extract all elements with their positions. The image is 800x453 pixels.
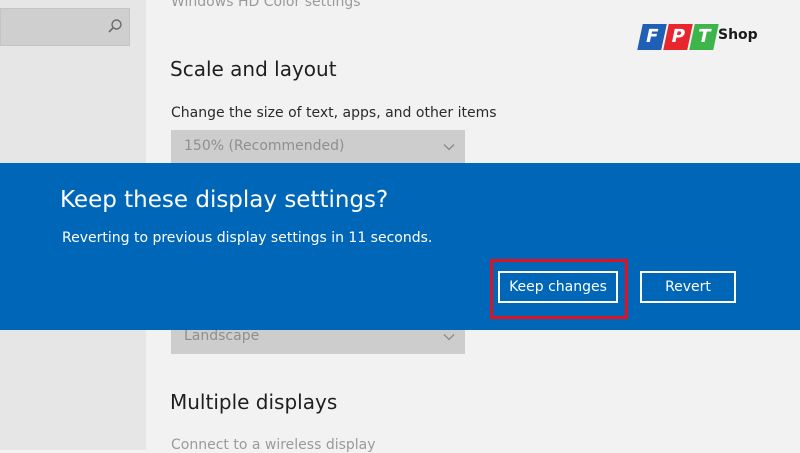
dialog-title: Keep these display settings? <box>60 187 389 213</box>
keep-display-settings-dialog: Keep these display settings? Reverting t… <box>0 163 800 330</box>
scale-layout-heading: Scale and layout <box>170 57 337 81</box>
chevron-down-icon <box>443 334 455 341</box>
fpt-shop-logo: F P T Shop <box>637 18 770 58</box>
chevron-down-icon <box>443 144 455 151</box>
scale-dropdown[interactable]: 150% (Recommended) <box>171 130 465 164</box>
wireless-display-link[interactable]: Connect to a wireless display <box>171 437 376 453</box>
scale-dropdown-value: 150% (Recommended) <box>184 138 345 154</box>
logo-letter-p: P <box>663 24 693 50</box>
keep-changes-button[interactable]: Keep changes <box>498 271 618 303</box>
dialog-countdown-message: Reverting to previous display settings i… <box>62 230 433 246</box>
revert-button[interactable]: Revert <box>640 271 736 303</box>
scale-size-label: Change the size of text, apps, and other… <box>171 105 497 121</box>
logo-letter-f: F <box>637 24 667 50</box>
orientation-dropdown-value: Landscape <box>184 328 260 344</box>
search-input[interactable] <box>0 8 130 46</box>
search-icon[interactable] <box>107 18 123 34</box>
logo-shop-text: Shop <box>718 27 758 43</box>
hd-color-settings-link[interactable]: Windows HD Color settings <box>171 0 361 10</box>
multiple-displays-heading: Multiple displays <box>170 390 338 414</box>
logo-letter-t: T <box>689 24 719 50</box>
